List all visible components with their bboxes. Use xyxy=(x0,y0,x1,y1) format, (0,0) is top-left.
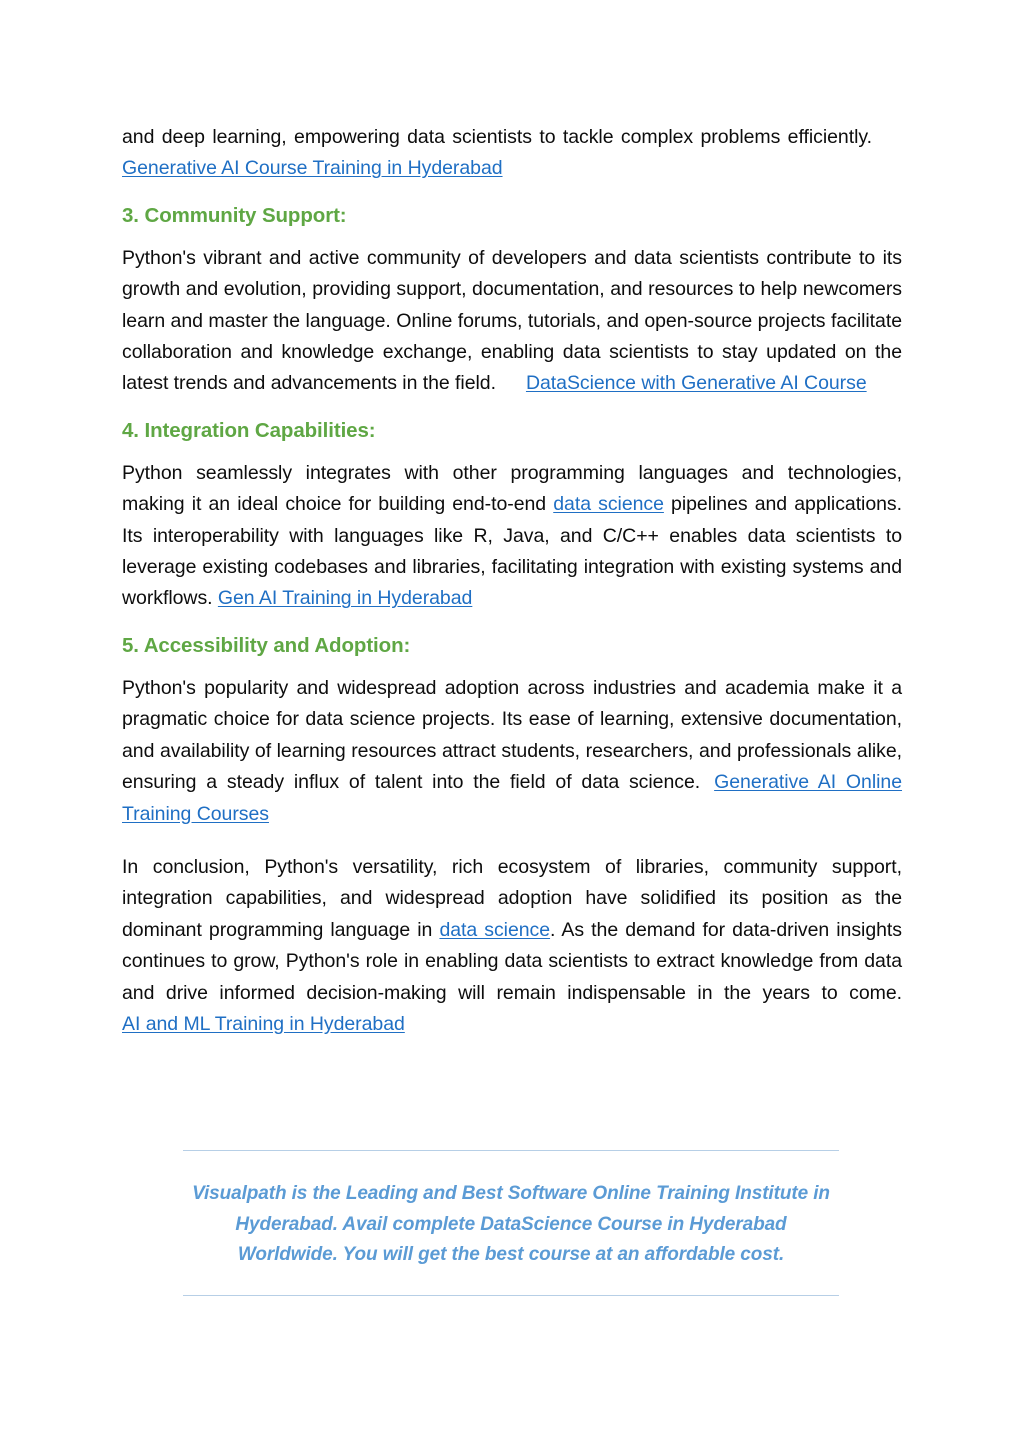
link-ai-and-ml-training-in-hyderabad[interactable]: AI and ML Training in Hyderabad xyxy=(122,1013,405,1035)
footer-divider-bottom xyxy=(183,1294,839,1296)
heading-accessibility-and-adoption: 5. Accessibility and Adoption: xyxy=(122,633,411,657)
heading-community-support: 3. Community Support: xyxy=(122,203,347,227)
link-gen-ai-training-in-hyderabad[interactable]: Gen AI Training in Hyderabad xyxy=(218,587,472,609)
link-data-science-inline-conclusion[interactable]: data science xyxy=(439,919,550,941)
paragraph-accessibility-and-adoption: Python's popularity and widespread adopt… xyxy=(122,673,902,830)
paragraph-conclusion: In conclusion, Python's versatility, ric… xyxy=(122,852,902,1040)
paragraph-integration-capabilities: Python seamlessly integrates with other … xyxy=(122,458,902,615)
continued-paragraph: and deep learning, empowering data scien… xyxy=(122,122,902,185)
link-datascience-with-generative-ai-course[interactable]: DataScience with Generative AI Course xyxy=(526,372,867,394)
heading-integration-capabilities: 4. Integration Capabilities: xyxy=(122,418,376,442)
continued-paragraph-text: and deep learning, empowering data scien… xyxy=(122,126,872,148)
document-content: and deep learning, empowering data scien… xyxy=(122,122,902,1040)
document-page: and deep learning, empowering data scien… xyxy=(0,0,1024,1448)
footer-promo-text: Visualpath is the Leading and Best Softw… xyxy=(192,1183,830,1265)
link-data-science-inline-integration[interactable]: data science xyxy=(553,493,664,515)
link-generative-ai-course-training-in-hyderabad[interactable]: Generative AI Course Training in Hyderab… xyxy=(122,157,503,179)
footer-promo-block: Visualpath is the Leading and Best Softw… xyxy=(183,1150,839,1296)
paragraph-community-support: Python's vibrant and active community of… xyxy=(122,243,902,400)
